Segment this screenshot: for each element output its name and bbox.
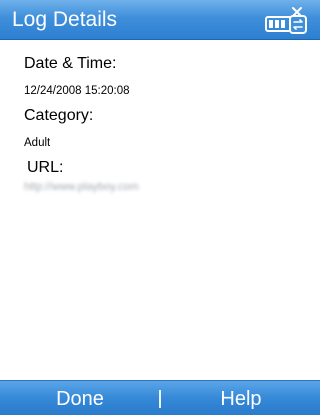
- url-value: http://www.playboy.com: [24, 181, 139, 193]
- log-details-content: Date & Time: 12/24/2008 15:20:08 Categor…: [0, 40, 320, 380]
- url-label: URL:: [27, 159, 64, 176]
- datetime-label: Date & Time:: [24, 55, 117, 72]
- done-button[interactable]: Done: [0, 387, 160, 411]
- category-value: Adult: [24, 137, 51, 149]
- title-bar: Log Details: [0, 0, 320, 40]
- softkey-bar: Done Help: [0, 380, 320, 415]
- page-title: Log Details: [12, 8, 118, 31]
- datetime-value: 12/24/2008 15:20:08: [24, 85, 130, 97]
- softkey-divider: [159, 390, 161, 408]
- category-label: Category:: [24, 107, 94, 124]
- screen: Log Details Date & Time: 12/24/2008 15:2…: [0, 0, 320, 415]
- battery-sync-icon: [265, 7, 307, 34]
- help-button[interactable]: Help: [162, 387, 320, 411]
